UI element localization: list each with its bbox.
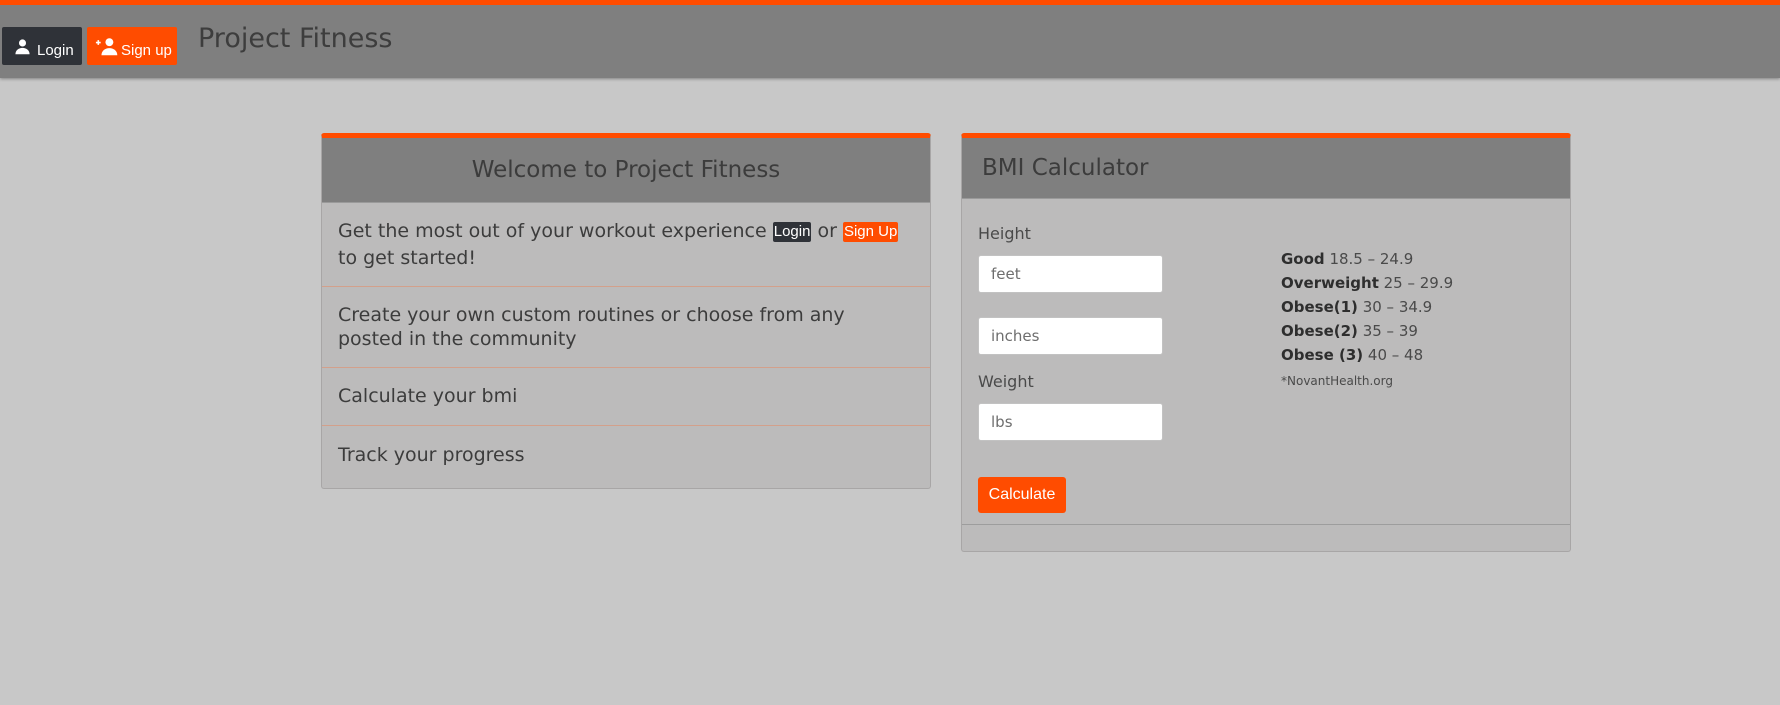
bmi-calculator-card: BMI Calculator Height Weight Calculate G… — [961, 133, 1571, 552]
person-icon — [14, 38, 31, 55]
welcome-connector: or — [817, 219, 837, 242]
add-person-icon — [95, 37, 119, 56]
login-button[interactable]: Login — [2, 27, 82, 65]
height-label: Height — [978, 224, 1031, 243]
welcome-card-header: Welcome to Project Fitness — [322, 138, 930, 203]
bmi-card-header: BMI Calculator — [962, 138, 1570, 199]
bmi-range-row: Obese(1) 30 – 34.9 — [1281, 298, 1433, 316]
calculate-button[interactable]: Calculate — [978, 477, 1066, 513]
list-item-text: Track your progress — [338, 443, 525, 466]
bmi-range-row: Obese(2) 35 – 39 — [1281, 322, 1418, 340]
lbs-input[interactable] — [978, 403, 1163, 441]
list-item: Calculate your bmi — [322, 368, 930, 426]
bmi-range-row: Good 18.5 – 24.9 — [1281, 250, 1414, 268]
welcome-text-before: Get the most out of your workout experie… — [338, 219, 767, 242]
list-item-text: Create your own custom routines or choos… — [338, 304, 845, 350]
navbar: Login Sign up Project Fitness — [0, 0, 1780, 78]
welcome-feature-list: Get the most out of your workout experie… — [322, 203, 930, 484]
inline-login-button[interactable]: Login — [772, 221, 812, 242]
weight-label: Weight — [978, 372, 1034, 391]
brand-title[interactable]: Project Fitness — [198, 23, 392, 54]
signup-button-label: Sign up — [121, 42, 172, 59]
list-item: Create your own custom routines or choos… — [322, 287, 930, 368]
welcome-card: Welcome to Project Fitness Get the most … — [321, 133, 931, 489]
signup-button[interactable]: Sign up — [87, 27, 177, 65]
bmi-source-note: *NovantHealth.org — [1281, 374, 1393, 388]
bmi-ranges: Good 18.5 – 24.9 Overweight 25 – 29.9 Ob… — [1281, 247, 1453, 367]
list-item: Track your progress — [322, 426, 930, 484]
bmi-range-row: Overweight 25 – 29.9 — [1281, 274, 1454, 292]
welcome-text-after: to get started! — [338, 246, 476, 269]
list-item-text: Calculate your bmi — [338, 385, 518, 407]
inline-signup-button[interactable]: Sign Up — [842, 221, 899, 242]
bmi-range-row: Obese (3) 40 – 48 — [1281, 346, 1424, 364]
bmi-card-footer — [962, 525, 1570, 551]
bmi-form: Height Weight Calculate Good 18.5 – 24.9… — [962, 199, 1570, 525]
welcome-title: Welcome to Project Fitness — [471, 157, 781, 183]
bmi-title: BMI Calculator — [982, 155, 1149, 181]
inches-input[interactable] — [978, 317, 1163, 355]
list-item: Get the most out of your workout experie… — [322, 203, 930, 287]
feet-input[interactable] — [978, 255, 1163, 293]
login-button-label: Login — [37, 42, 74, 59]
